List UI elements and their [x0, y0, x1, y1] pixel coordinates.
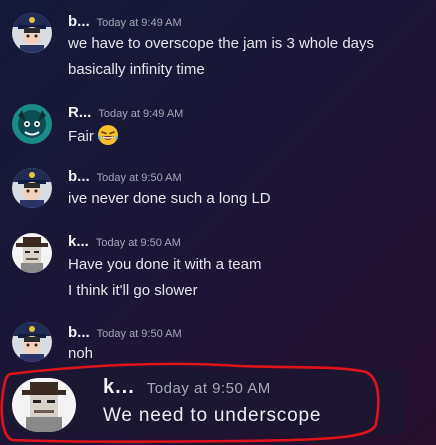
- laughing-tears-emoji: [97, 124, 119, 150]
- username[interactable]: b...: [68, 168, 90, 185]
- teal-creature-avatar[interactable]: [12, 104, 52, 144]
- timestamp: Today at 9:49 AM: [98, 108, 184, 120]
- timestamp: Today at 9:49 AM: [96, 17, 182, 29]
- police-avatar[interactable]: [12, 13, 52, 53]
- police-avatar[interactable]: [12, 322, 52, 362]
- timestamp: Today at 9:50 AM: [96, 328, 182, 340]
- message-text: I think it'll go slower: [68, 282, 198, 299]
- cowboy-avatar[interactable]: [12, 378, 76, 432]
- timestamp: Today at 9:50 AM: [95, 237, 181, 249]
- message-text: noh: [68, 345, 94, 362]
- message-text: Have you done it with a team: [68, 256, 262, 273]
- message-text: ive never done such a long LD: [68, 190, 271, 207]
- username[interactable]: k...: [103, 376, 135, 398]
- message-text: we have to overscope the jam is 3 whole …: [68, 35, 374, 52]
- username[interactable]: b...: [68, 13, 90, 30]
- message-line: Fair: [68, 124, 119, 150]
- username[interactable]: R...: [68, 104, 91, 121]
- cowboy-avatar[interactable]: [12, 233, 52, 273]
- timestamp: Today at 9:50 AM: [96, 172, 182, 184]
- username[interactable]: k...: [68, 233, 89, 250]
- message-text: We need to underscope: [103, 405, 322, 426]
- highlighted-message: k... Today at 9:50 AM We need to undersco…: [0, 362, 436, 445]
- timestamp: Today at 9:50 AM: [146, 380, 271, 397]
- message-text: Fair: [68, 127, 94, 145]
- message-text: basically infinity time: [68, 61, 205, 78]
- police-avatar[interactable]: [12, 168, 52, 208]
- username[interactable]: b...: [68, 324, 90, 341]
